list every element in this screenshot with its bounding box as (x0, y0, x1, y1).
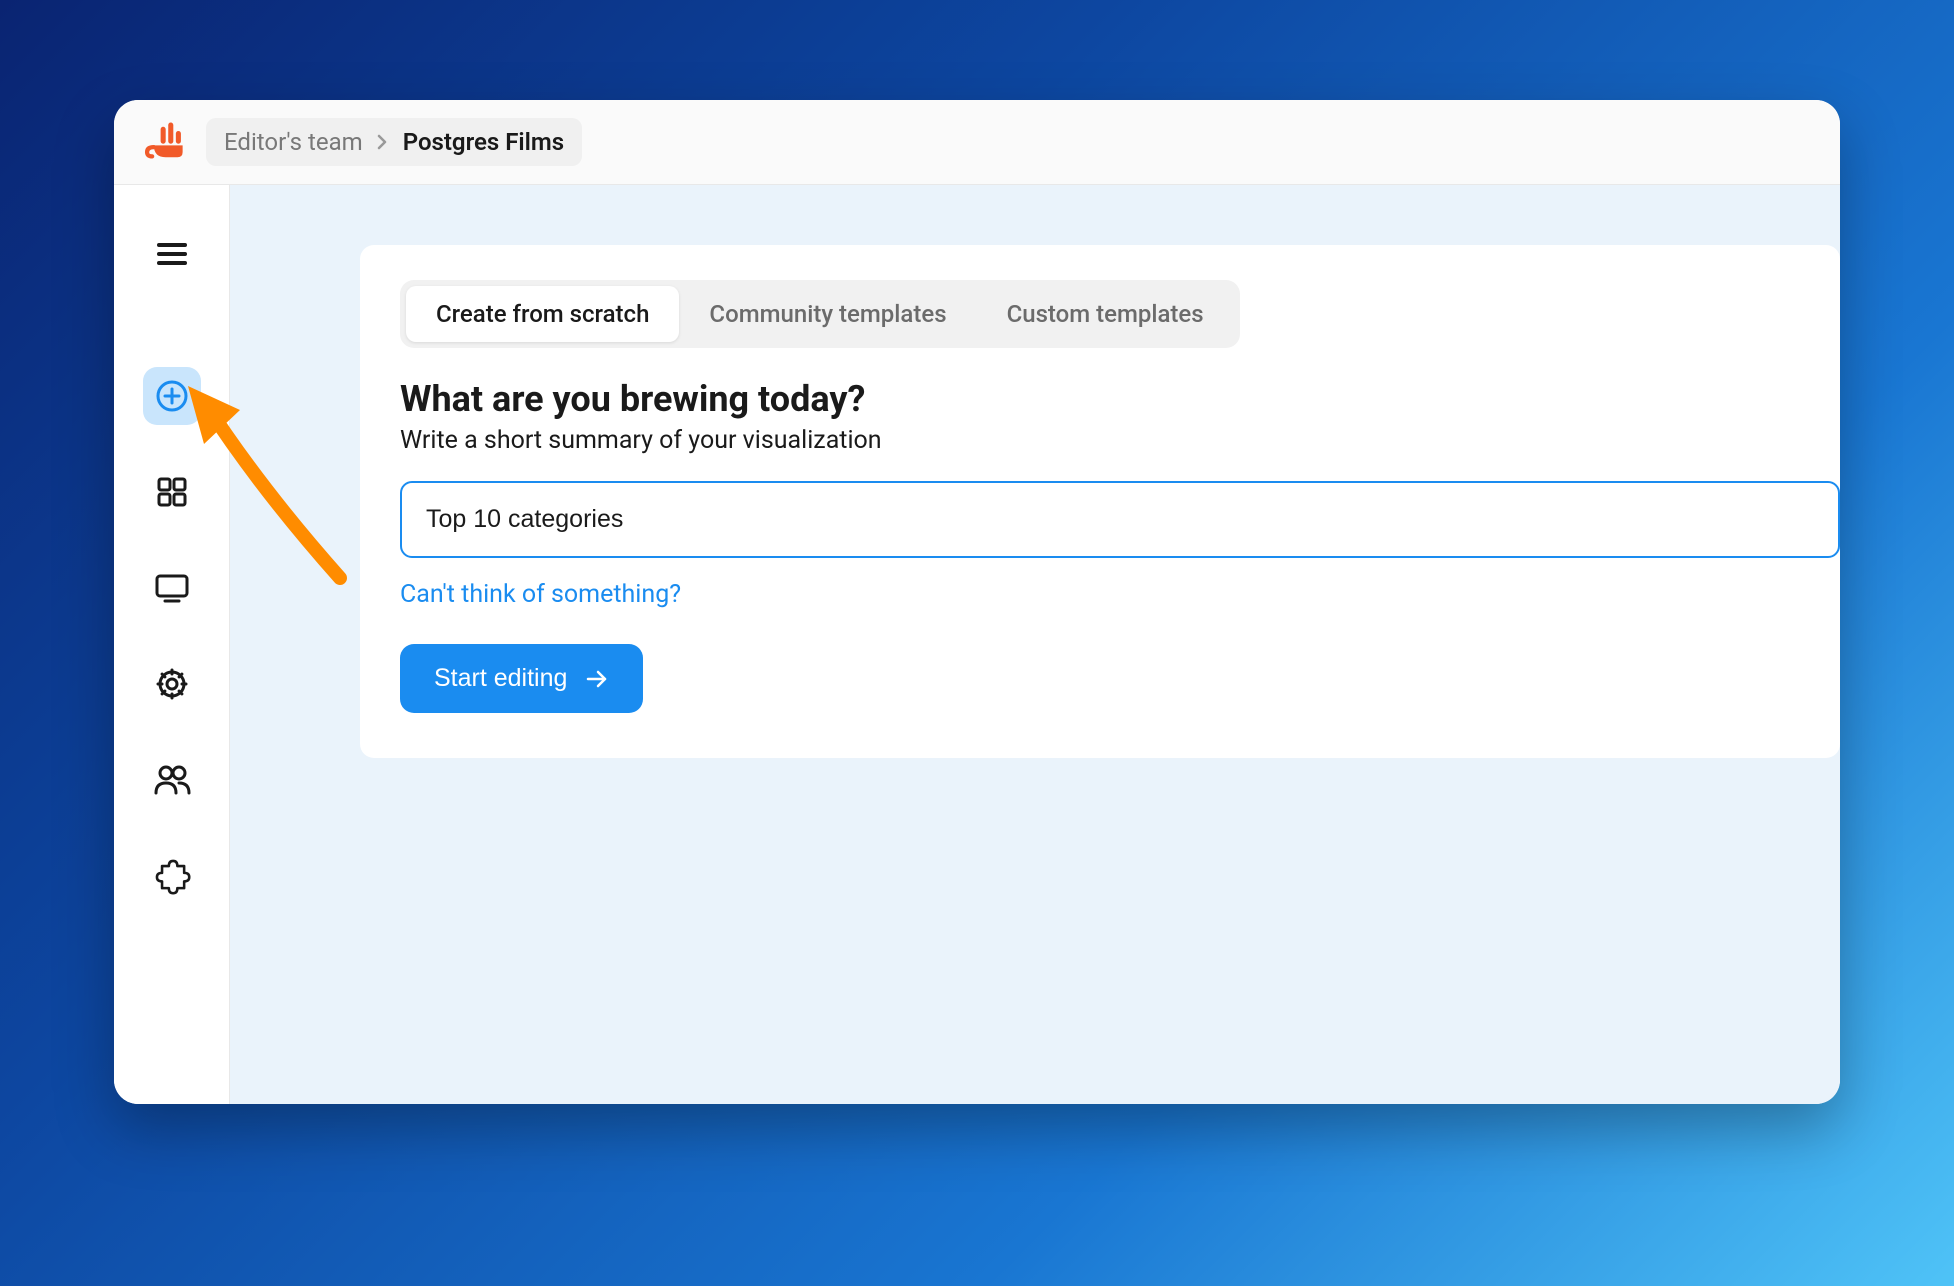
people-icon (151, 759, 193, 801)
app-window: Editor's team Postgres Films (114, 100, 1840, 1104)
app-logo-icon (142, 120, 186, 164)
dashboard-button[interactable] (143, 463, 201, 521)
grid-icon (153, 473, 191, 511)
breadcrumb-team[interactable]: Editor's team (224, 128, 363, 156)
integrations-button[interactable] (143, 847, 201, 905)
gear-icon (152, 664, 192, 704)
header: Editor's team Postgres Films (114, 100, 1840, 185)
monitor-icon (152, 568, 192, 608)
summary-input[interactable] (426, 505, 1814, 534)
chevron-right-icon (377, 128, 389, 156)
summary-input-wrap (400, 481, 1840, 558)
settings-button[interactable] (143, 655, 201, 713)
start-editing-label: Start editing (434, 664, 567, 693)
main-content: Create from scratch Community templates … (230, 185, 1840, 1104)
arrow-right-icon (585, 667, 609, 691)
body: Create from scratch Community templates … (114, 185, 1840, 1104)
breadcrumb: Editor's team Postgres Films (206, 118, 582, 166)
add-button[interactable] (143, 367, 201, 425)
prompt-subheading: Write a short summary of your visualizat… (400, 426, 1840, 455)
tabs: Create from scratch Community templates … (400, 280, 1240, 348)
sidebar (114, 185, 230, 1104)
breadcrumb-current[interactable]: Postgres Films (403, 128, 564, 156)
start-editing-button[interactable]: Start editing (400, 644, 643, 713)
team-button[interactable] (143, 751, 201, 809)
create-card: Create from scratch Community templates … (360, 245, 1840, 758)
menu-button[interactable] (143, 225, 201, 283)
menu-icon (153, 235, 191, 273)
hint-link[interactable]: Can't think of something? (400, 580, 681, 609)
tab-create-scratch[interactable]: Create from scratch (406, 286, 679, 342)
tab-community-templates[interactable]: Community templates (679, 286, 976, 342)
plus-circle-icon (154, 378, 190, 414)
monitor-button[interactable] (143, 559, 201, 617)
tab-custom-templates[interactable]: Custom templates (977, 286, 1234, 342)
puzzle-icon (151, 855, 193, 897)
prompt-heading: What are you brewing today? (400, 378, 1840, 420)
